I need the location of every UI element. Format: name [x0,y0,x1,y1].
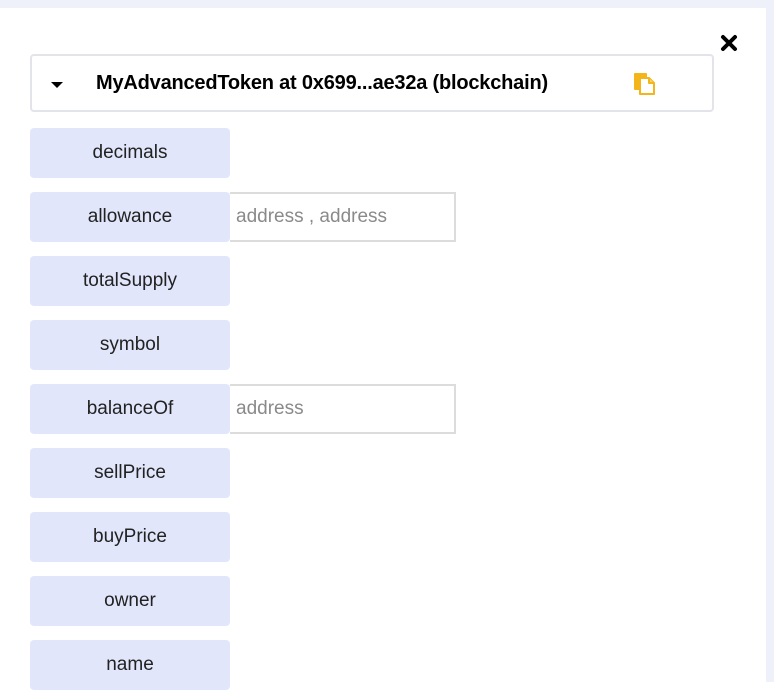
copy-icon[interactable] [632,71,658,97]
caret-down-icon[interactable] [48,78,66,92]
totalSupply-button[interactable]: totalSupply [30,256,230,306]
symbol-button[interactable]: symbol [30,320,230,370]
balanceOf-input[interactable] [230,384,456,434]
allowance-input[interactable] [230,192,456,242]
right-border [766,0,774,682]
buyPrice-button[interactable]: buyPrice [30,512,230,562]
name-button[interactable]: name [30,640,230,690]
sellPrice-button[interactable]: sellPrice [30,448,230,498]
allowance-button[interactable]: allowance [30,192,230,242]
decimals-button[interactable]: decimals [30,128,230,178]
top-border [0,0,774,8]
close-icon[interactable] [716,30,742,56]
contract-header: MyAdvancedToken at 0x699...ae32a (blockc… [30,54,714,112]
contract-title: MyAdvancedToken at 0x699...ae32a (blockc… [96,72,548,94]
owner-button[interactable]: owner [30,576,230,626]
balanceOf-button[interactable]: balanceOf [30,384,230,434]
